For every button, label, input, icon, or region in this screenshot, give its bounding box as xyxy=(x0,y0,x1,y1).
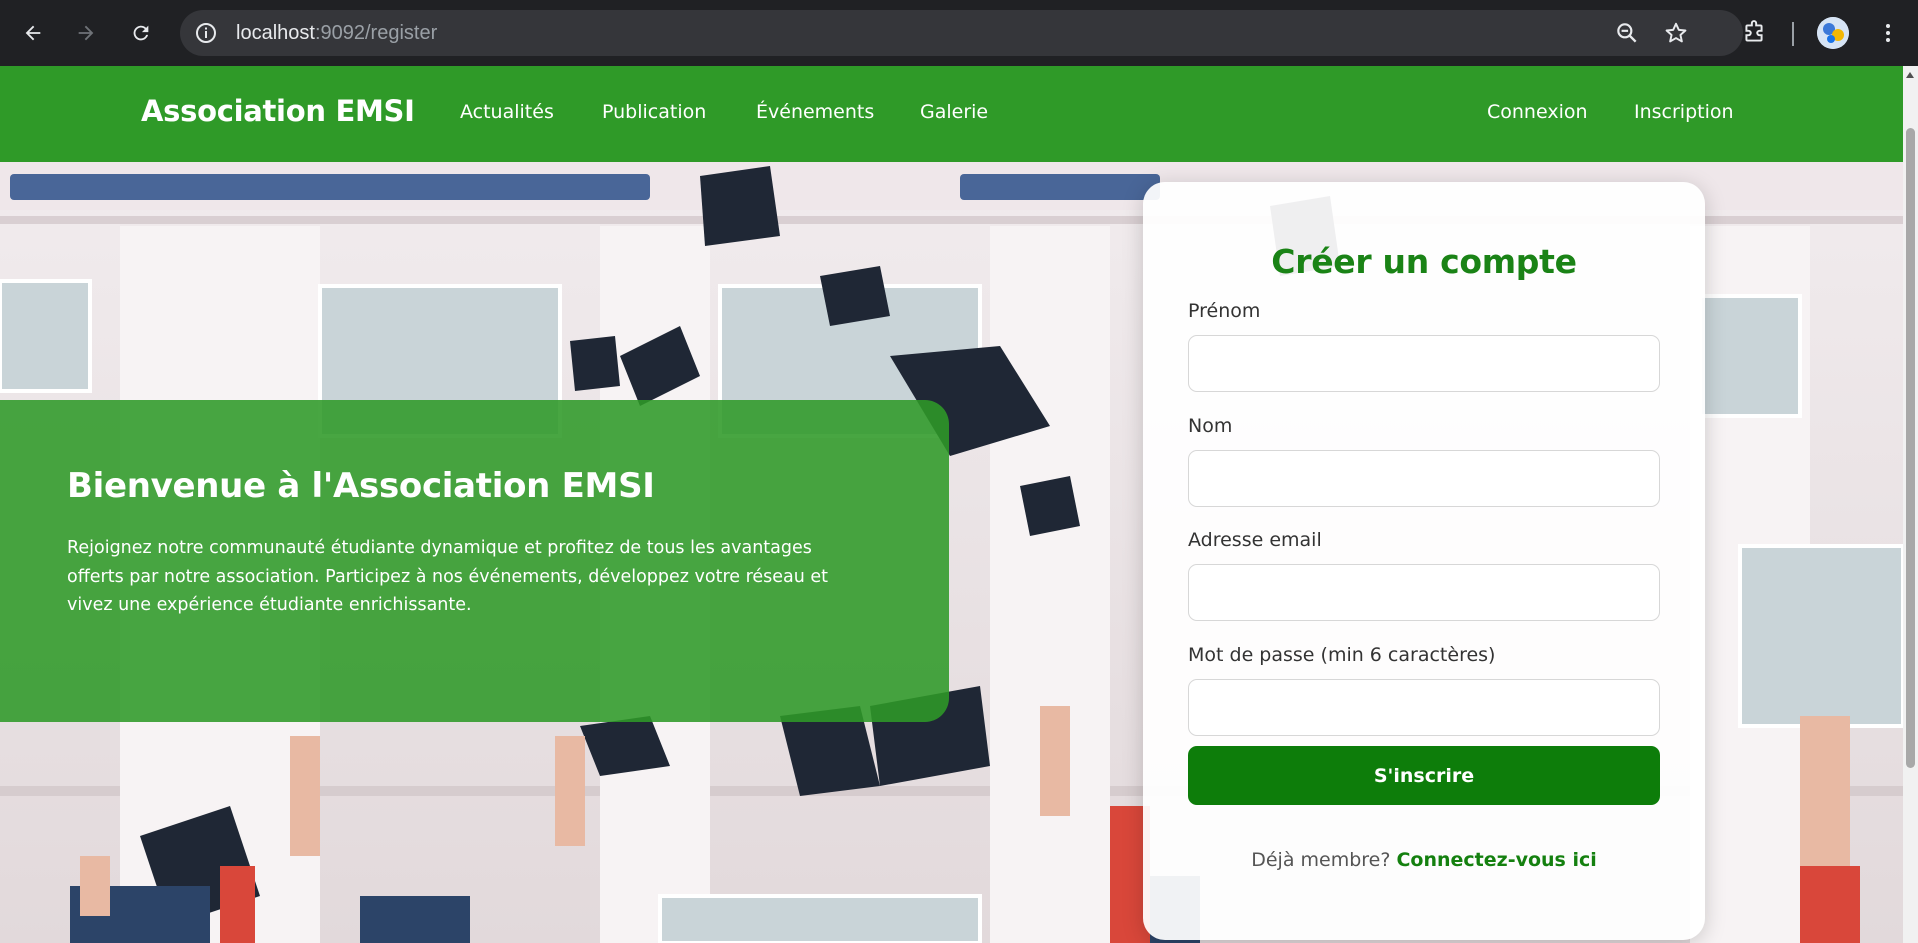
email-label: Adresse email xyxy=(1188,529,1322,551)
login-prompt: Déjà membre? Connectez-vous ici xyxy=(1143,849,1705,871)
form-title: Créer un compte xyxy=(1271,242,1577,281)
reload-icon xyxy=(133,25,149,41)
site-navbar: Association EMSI Actualités Publication … xyxy=(0,66,1903,162)
last-name-label: Nom xyxy=(1188,415,1233,437)
password-input[interactable] xyxy=(1188,679,1660,736)
brand-logo[interactable]: Association EMSI xyxy=(141,94,415,128)
last-name-input[interactable] xyxy=(1188,450,1660,507)
reload-button[interactable] xyxy=(121,13,161,53)
url-text: localhost:9092/register xyxy=(236,22,438,44)
browser-toolbar: localhost:9092/register xyxy=(0,0,1918,66)
login-link[interactable]: Connectez-vous ici xyxy=(1396,849,1596,871)
forward-button[interactable] xyxy=(66,13,106,53)
nav-link-inscription[interactable]: Inscription xyxy=(1634,101,1734,123)
nav-link-publication[interactable]: Publication xyxy=(602,101,706,123)
kebab-menu-icon xyxy=(1886,24,1890,42)
arrow-right-icon xyxy=(78,25,94,41)
scrollbar-thumb[interactable] xyxy=(1906,128,1915,768)
profile-avatar[interactable] xyxy=(1817,17,1849,49)
nav-link-galerie[interactable]: Galerie xyxy=(920,101,988,123)
register-submit-button[interactable]: S'inscrire xyxy=(1188,746,1660,805)
toolbar-divider xyxy=(1792,22,1794,46)
zoom-icon[interactable] xyxy=(1614,20,1640,46)
nav-link-evenements[interactable]: Événements xyxy=(756,101,874,123)
site-info-icon[interactable] xyxy=(194,21,218,45)
page-scrollbar[interactable] xyxy=(1903,66,1918,943)
bookmark-star-icon[interactable] xyxy=(1663,20,1689,46)
welcome-panel: Bienvenue à l'Association EMSI Rejoignez… xyxy=(0,400,949,722)
email-input[interactable] xyxy=(1188,564,1660,621)
avatar-icon xyxy=(1817,17,1849,49)
back-button[interactable] xyxy=(13,13,53,53)
register-card: Créer un compte Prénom Nom Adresse email… xyxy=(1143,182,1705,940)
extensions-button[interactable] xyxy=(1734,13,1774,53)
password-label: Mot de passe (min 6 caractères) xyxy=(1188,644,1496,666)
puzzle-icon xyxy=(1745,20,1763,42)
page-viewport: Association EMSI Actualités Publication … xyxy=(0,66,1903,943)
scroll-up-icon[interactable] xyxy=(1906,72,1914,78)
first-name-label: Prénom xyxy=(1188,300,1261,322)
login-prompt-text: Déjà membre? xyxy=(1251,849,1391,871)
welcome-text: Rejoignez notre communauté étudiante dyn… xyxy=(67,538,829,615)
first-name-input[interactable] xyxy=(1188,335,1660,392)
address-bar[interactable]: localhost:9092/register xyxy=(180,10,1743,56)
nav-link-connexion[interactable]: Connexion xyxy=(1487,101,1588,123)
arrow-left-icon xyxy=(25,25,41,41)
nav-link-actualites[interactable]: Actualités xyxy=(460,101,554,123)
welcome-title: Bienvenue à l'Association EMSI xyxy=(67,466,655,506)
browser-menu-button[interactable] xyxy=(1868,13,1908,53)
